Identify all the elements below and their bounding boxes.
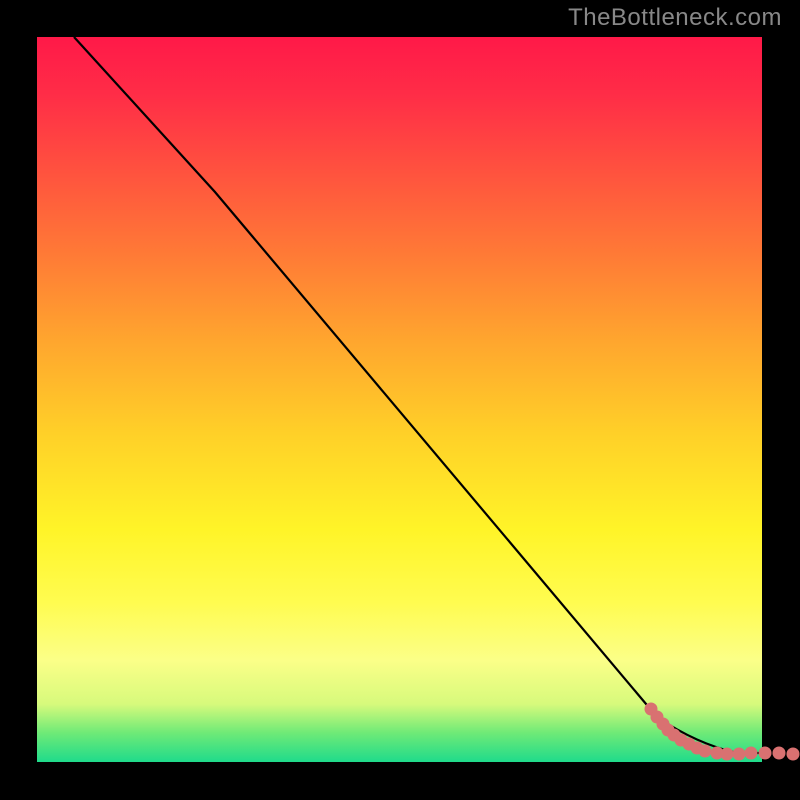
bottleneck-curve xyxy=(74,37,797,753)
data-point xyxy=(721,748,734,761)
chart-frame: TheBottleneck.com xyxy=(0,0,800,800)
watermark-label: TheBottleneck.com xyxy=(568,4,782,32)
data-point xyxy=(759,747,772,760)
data-point xyxy=(745,747,758,760)
chart-overlay xyxy=(37,37,762,762)
data-point xyxy=(773,747,786,760)
data-point xyxy=(733,748,746,761)
data-point xyxy=(699,745,712,758)
data-point xyxy=(787,748,800,761)
scatter-points xyxy=(645,703,800,762)
